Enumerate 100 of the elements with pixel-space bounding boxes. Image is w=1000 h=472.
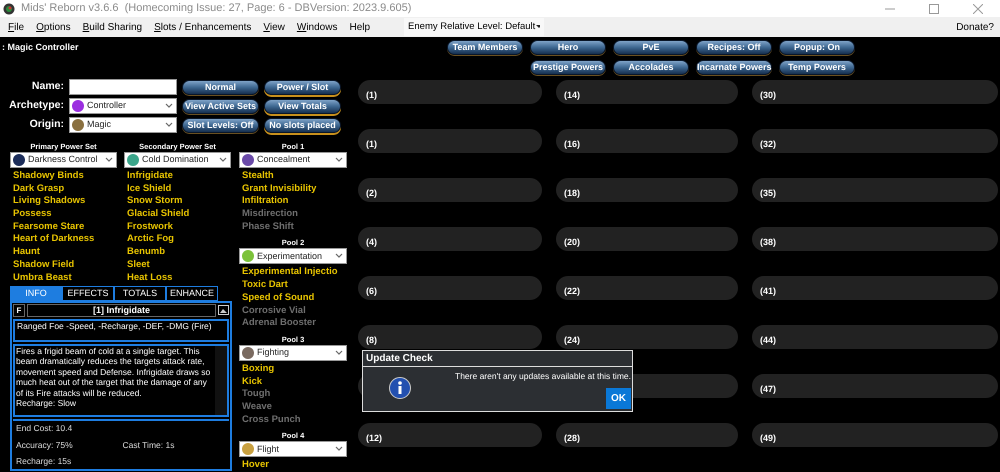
pill-button[interactable]: Hero — [530, 40, 606, 55]
pill-button[interactable]: Popup: On — [779, 40, 855, 55]
slot-pill[interactable]: (2) — [358, 178, 542, 202]
dropdown[interactable]: Controller — [69, 98, 177, 114]
power-name[interactable]: Umbra Beast — [13, 272, 117, 284]
power-name[interactable]: Corrosive Vial — [242, 304, 347, 318]
slot-pill[interactable]: (49) — [752, 423, 998, 447]
slot-pill[interactable]: (44) — [752, 325, 998, 349]
power-name[interactable]: Frostwork — [127, 220, 231, 234]
power-name[interactable]: Experimental Injectio — [242, 266, 347, 280]
slot-pill[interactable]: (14) — [556, 80, 738, 104]
pill-button[interactable]: Power / Slot — [264, 80, 341, 94]
slot-pill[interactable]: (47) — [752, 374, 998, 398]
power-name[interactable]: Stealth — [242, 170, 347, 183]
pill-button[interactable]: Team Members — [447, 40, 523, 55]
power-name[interactable]: Sleet — [127, 258, 231, 272]
power-name[interactable]: Benumb — [127, 246, 231, 259]
power-name[interactable]: Shadow Field — [13, 258, 117, 272]
dropdown[interactable]: Darkness Control — [10, 152, 117, 168]
pill-button[interactable]: Accolades — [613, 60, 689, 75]
slot-pill[interactable]: (6) — [358, 276, 542, 300]
power-name[interactable]: Living Shadows — [13, 195, 117, 208]
power-name[interactable]: Fearsome Stare — [13, 220, 117, 234]
flag-button[interactable]: F — [13, 304, 25, 318]
power-name[interactable]: Weave — [242, 400, 347, 414]
slot-pill[interactable]: (30) — [752, 80, 998, 104]
image-icon[interactable] — [218, 305, 229, 316]
slot-pill[interactable]: (18) — [556, 178, 738, 202]
pill-button[interactable]: Temp Powers — [779, 60, 855, 75]
power-name[interactable]: Arctic Fog — [127, 233, 231, 246]
dropdown[interactable]: Experimentation — [239, 248, 347, 264]
power-name[interactable]: Grant Invisibility — [242, 182, 347, 196]
slot-pill[interactable]: (20) — [556, 227, 738, 251]
power-name[interactable]: Phase Shift — [242, 220, 347, 234]
power-name[interactable]: Heat Loss — [127, 272, 231, 284]
donate-link[interactable]: Donate? — [956, 20, 994, 34]
pill-button[interactable]: No slots placed — [264, 118, 341, 132]
slot-pill[interactable]: (32) — [752, 129, 998, 153]
menu-item[interactable]: Windows — [290, 20, 344, 34]
menu-item[interactable]: Options — [30, 20, 77, 34]
power-name[interactable]: Possess — [13, 208, 117, 221]
dropdown[interactable]: Cold Domination — [124, 152, 231, 168]
info-tab[interactable]: INFO — [10, 286, 62, 302]
slot-pill[interactable]: (4) — [358, 227, 542, 251]
name-input[interactable] — [69, 79, 177, 95]
close-icon[interactable] — [973, 4, 983, 14]
slot-pill[interactable]: (1) — [358, 129, 542, 153]
pill-button[interactable]: View Totals — [264, 98, 341, 114]
slot-pill[interactable]: (22) — [556, 276, 738, 300]
stat-text: Cast Time: 1s — [122, 438, 176, 452]
pill-button[interactable]: Normal — [182, 80, 259, 94]
pill-button[interactable]: View Active Sets — [182, 98, 259, 114]
slot-pill[interactable]: (8) — [358, 325, 542, 349]
slot-pill[interactable]: (41) — [752, 276, 998, 300]
power-name[interactable]: Snow Storm — [127, 195, 231, 208]
power-name[interactable]: Glacial Shield — [127, 208, 231, 221]
power-name[interactable]: Hover — [242, 459, 347, 472]
power-name[interactable]: Infrigidate — [127, 170, 231, 183]
pill-button[interactable]: Slot Levels: Off — [182, 118, 259, 132]
power-name[interactable]: Haunt — [13, 246, 117, 259]
pill-button[interactable]: Recipes: Off — [696, 40, 772, 55]
slot-pill[interactable]: (38) — [752, 227, 998, 251]
pill-button[interactable]: PvE — [613, 40, 689, 55]
maximize-icon[interactable] — [929, 4, 939, 14]
power-name[interactable]: Ice Shield — [127, 182, 231, 196]
menu-item[interactable]: Build Sharing — [76, 20, 148, 34]
power-name[interactable]: Infiltration — [242, 195, 347, 208]
pill-button[interactable]: Prestige Powers — [530, 60, 606, 75]
info-tab[interactable]: TOTALS — [114, 286, 166, 302]
slot-pill[interactable]: (28) — [556, 423, 738, 447]
power-name[interactable]: Heart of Darkness — [13, 233, 117, 246]
power-name[interactable]: Misdirection — [242, 208, 347, 221]
menu-item[interactable]: Help — [343, 20, 376, 34]
info-tab[interactable]: EFFECTS — [62, 286, 114, 302]
power-name[interactable]: Dark Grasp — [13, 182, 117, 196]
menu-item[interactable]: View — [257, 20, 291, 34]
dropdown[interactable]: Magic — [69, 117, 177, 133]
slot-level: (1) — [366, 139, 377, 149]
slot-pill[interactable]: (16) — [556, 129, 738, 153]
power-name[interactable]: Speed of Sound — [242, 292, 347, 304]
power-name[interactable]: Shadowy Binds — [13, 170, 117, 183]
power-name[interactable]: Cross Punch — [242, 414, 347, 426]
menu-item[interactable]: File — [2, 20, 30, 34]
level-dropdown[interactable]: Enemy Relative Level: Default — [404, 18, 544, 36]
dropdown[interactable]: Fighting — [239, 344, 347, 361]
slot-level: (2) — [366, 188, 377, 198]
dropdown[interactable]: Concealment — [239, 152, 347, 168]
info-tab[interactable]: ENHANCE — [166, 286, 218, 302]
power-name[interactable]: Kick — [242, 376, 347, 388]
power-name[interactable]: Toxic Dart — [242, 279, 347, 292]
slot-pill[interactable]: (1) — [358, 80, 542, 104]
ok-button[interactable]: OK — [606, 388, 631, 409]
menu-item[interactable]: Slots / Enhancements — [148, 20, 258, 34]
slot-pill[interactable]: (24) — [556, 325, 738, 349]
dropdown[interactable]: Flight — [239, 441, 347, 458]
power-name[interactable]: Adrenal Booster — [242, 317, 347, 330]
slot-pill[interactable]: (35) — [752, 178, 998, 202]
slot-pill[interactable]: (12) — [358, 423, 542, 447]
power-name[interactable]: Tough — [242, 388, 347, 401]
power-name[interactable]: Boxing — [242, 362, 347, 376]
